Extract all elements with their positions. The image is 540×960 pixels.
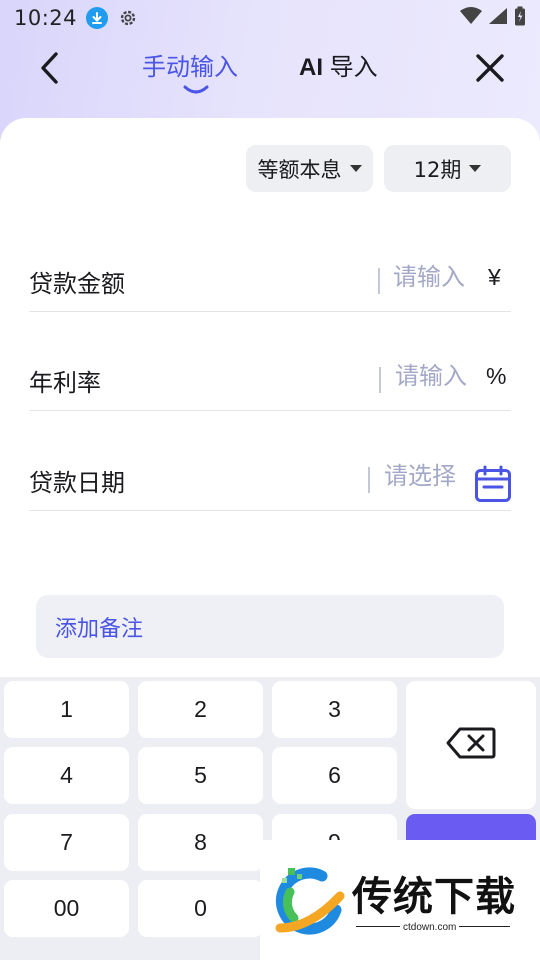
key-00[interactable]: 00 <box>4 880 129 937</box>
download-icon <box>86 7 109 29</box>
tab-ai-cn: 导入 <box>329 53 378 81</box>
loan-amount-label: 贷款金额 <box>29 270 125 298</box>
currency-unit: ¥ <box>488 264 501 290</box>
repayment-method-dropdown[interactable]: 等额本息 <box>246 145 373 192</box>
caret-down-icon <box>469 165 482 172</box>
loan-date-input[interactable] <box>384 459 470 493</box>
loan-amount-input[interactable] <box>393 260 473 294</box>
site-watermark: 传统下载 ctdown.com <box>260 840 540 960</box>
key-3[interactable]: 3 <box>272 681 397 738</box>
backspace-key[interactable] <box>406 681 536 809</box>
key-7[interactable]: 7 <box>4 814 129 871</box>
key-5[interactable]: 5 <box>138 747 263 804</box>
key-2[interactable]: 2 <box>138 681 263 738</box>
ctdown-logo-icon <box>270 862 348 940</box>
key-8[interactable]: 8 <box>138 814 263 871</box>
battery-icon <box>514 6 526 30</box>
annual-rate-label: 年利率 <box>29 369 101 397</box>
repayment-method-value: 等额本息 <box>257 157 342 182</box>
calendar-icon[interactable] <box>474 465 512 503</box>
field-separator <box>368 467 370 493</box>
tab-ai-latin: AI <box>299 54 323 81</box>
annual-rate-row: 年利率 % <box>29 349 511 411</box>
tab-active-indicator <box>182 82 210 94</box>
field-separator <box>378 268 380 294</box>
key-6[interactable]: 6 <box>272 747 397 804</box>
back-icon[interactable] <box>36 50 66 86</box>
field-separator <box>379 367 381 393</box>
period-dropdown[interactable]: 12期 <box>384 145 511 192</box>
key-4[interactable]: 4 <box>4 747 129 804</box>
cellular-signal-icon <box>488 7 508 29</box>
annual-rate-input[interactable] <box>395 359 481 393</box>
status-bar: 10:24 <box>0 0 540 36</box>
tab-ai-import[interactable]: AI 导入 <box>299 52 378 83</box>
nav-header: 手动输入 AI 导入 <box>0 42 540 94</box>
backspace-icon <box>446 727 496 763</box>
key-0[interactable]: 0 <box>138 880 263 937</box>
percent-unit: % <box>486 363 507 389</box>
close-icon[interactable] <box>472 50 508 86</box>
loan-date-label: 贷款日期 <box>29 469 125 497</box>
caret-down-icon <box>349 165 362 172</box>
loan-date-row: 贷款日期 <box>29 449 511 511</box>
status-time: 10:24 <box>14 6 78 30</box>
period-value: 12期 <box>413 157 462 182</box>
gear-icon <box>118 8 138 28</box>
wifi-icon <box>460 7 482 29</box>
loan-amount-row: 贷款金额 ¥ <box>29 250 511 312</box>
add-note-button[interactable]: 添加备注 <box>36 595 504 658</box>
tab-manual-input[interactable]: 手动输入 <box>142 52 238 82</box>
watermark-url: ctdown.com <box>400 922 460 933</box>
watermark-title: 传统下载 <box>352 874 516 920</box>
key-1[interactable]: 1 <box>4 681 129 738</box>
